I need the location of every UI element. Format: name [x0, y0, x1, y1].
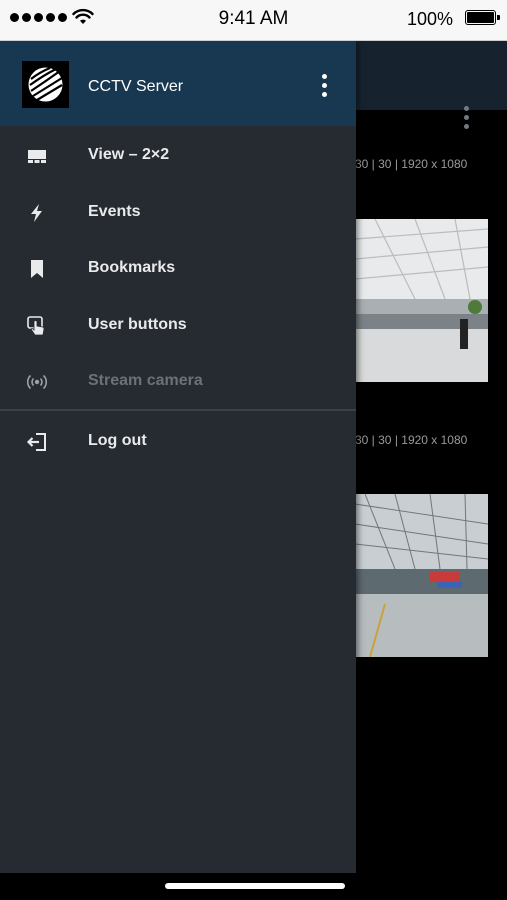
touch-hand-icon	[27, 316, 45, 336]
status-bar: 9:41 AM 100%	[0, 0, 507, 41]
more-options-icon[interactable]	[314, 69, 334, 101]
menu-divider	[0, 409, 356, 411]
camera-stream-info: 30 | 30 | 1920 x 1080	[355, 157, 468, 171]
camera-preview-image	[355, 219, 488, 382]
lightning-icon	[31, 204, 42, 222]
menu-item-label: User buttons	[88, 316, 187, 333]
camera-stream-info: 30 | 30 | 1920 x 1080	[355, 433, 468, 447]
grid-view-icon	[28, 150, 46, 163]
menu-item-label: Bookmarks	[88, 259, 176, 276]
drawer-header: CCTV Server	[0, 41, 356, 126]
menu-item-events[interactable]: Events	[0, 184, 356, 240]
logout-icon	[26, 433, 46, 451]
battery-percentage: 100%	[406, 9, 453, 29]
menu-item-label: Stream camera	[88, 372, 203, 389]
menu-item-view-layout[interactable]: View – 2×2	[0, 127, 356, 183]
home-indicator[interactable]	[165, 883, 345, 889]
bookmark-icon	[31, 260, 43, 278]
menu-item-stream-camera: Stream camera	[0, 353, 356, 409]
menu-item-label: View – 2×2	[88, 146, 170, 163]
battery-icon	[465, 10, 500, 25]
camera-thumbnail[interactable]	[355, 219, 488, 382]
menu-item-user-buttons[interactable]: User buttons	[0, 297, 356, 353]
menu-item-log-out[interactable]: Log out	[0, 413, 356, 469]
server-logo	[22, 61, 69, 108]
server-name: CCTV Server	[88, 78, 184, 95]
navigation-drawer: CCTV Server View – 2×2 Events Bookmarks …	[0, 41, 356, 873]
overflow-menu-icon[interactable]	[456, 101, 476, 133]
menu-item-bookmarks[interactable]: Bookmarks	[0, 240, 356, 296]
broadcast-icon	[26, 374, 48, 390]
camera-thumbnail[interactable]	[355, 494, 488, 657]
camera-preview-image	[355, 494, 488, 657]
menu-item-label: Log out	[88, 432, 147, 449]
menu-item-label: Events	[88, 203, 141, 220]
